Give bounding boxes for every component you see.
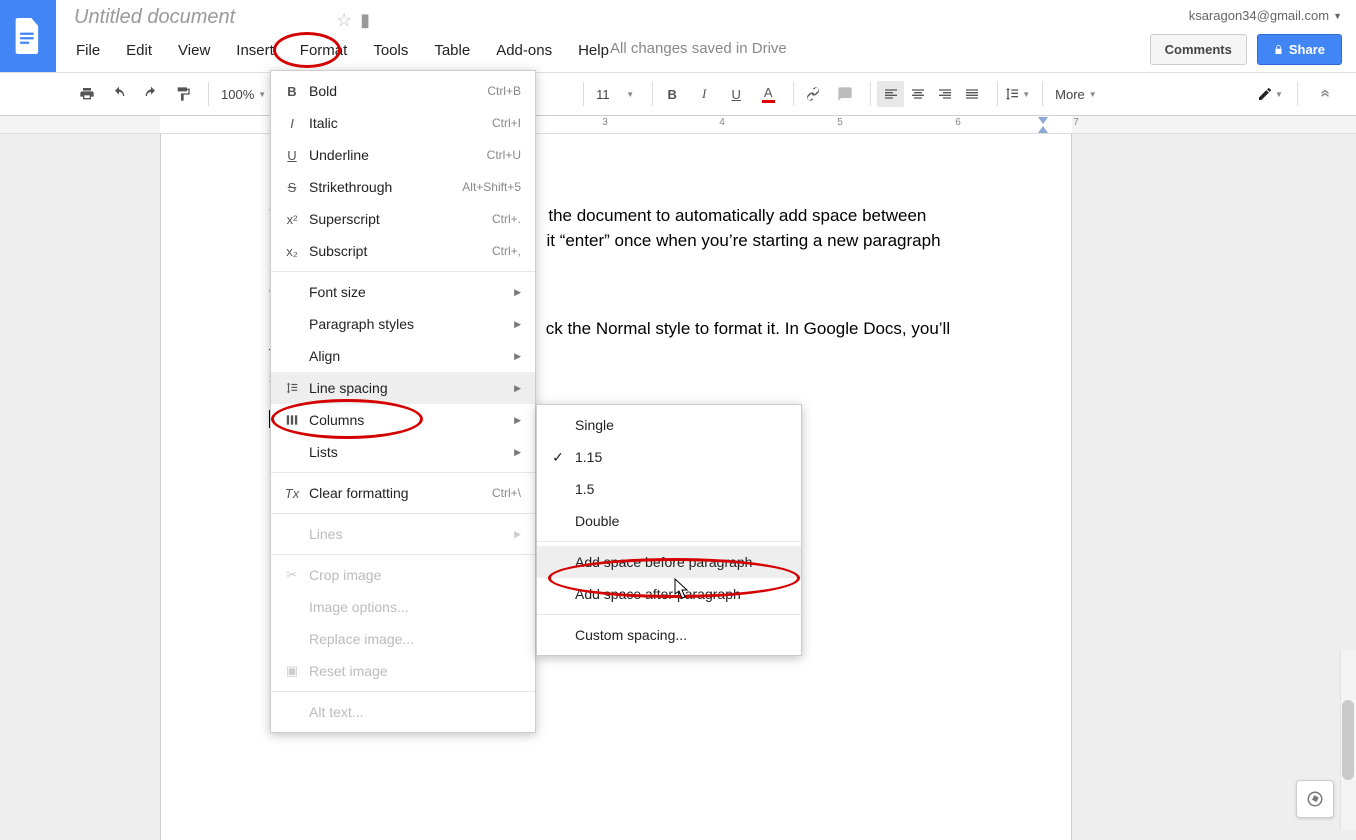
more-toolbar-button[interactable]: More▼: [1049, 83, 1103, 106]
menu-clear-formatting[interactable]: TxClear formattingCtrl+\: [271, 477, 535, 509]
share-label: Share: [1289, 42, 1325, 57]
align-left-button[interactable]: [877, 81, 904, 107]
menu-table[interactable]: Table: [432, 40, 472, 61]
explore-button[interactable]: [1296, 780, 1334, 818]
ruler-num: 5: [837, 117, 843, 128]
line-spacing-1-5[interactable]: 1.5: [537, 473, 801, 505]
share-button[interactable]: Share: [1257, 34, 1342, 65]
link-button[interactable]: [800, 81, 826, 107]
line-spacing-single[interactable]: Single: [537, 409, 801, 441]
italic-button[interactable]: I: [691, 81, 717, 107]
menu-addons[interactable]: Add-ons: [494, 40, 554, 61]
line-spacing-1-15[interactable]: ✓1.15: [537, 441, 801, 473]
align-center-button[interactable]: [904, 81, 931, 107]
menu-columns[interactable]: Columns▶: [271, 404, 535, 436]
bold-button[interactable]: B: [659, 81, 685, 107]
save-status: All changes saved in Drive: [610, 40, 787, 57]
menu-view[interactable]: View: [176, 40, 212, 61]
dropdown-icon: ▼: [1333, 11, 1342, 21]
ruler-num: 4: [719, 117, 725, 128]
editing-mode-button[interactable]: ▼: [1257, 81, 1283, 107]
text-color-button[interactable]: A: [755, 81, 781, 107]
ruler-right-indent-icon[interactable]: [1038, 117, 1048, 124]
scrollbar-thumb[interactable]: [1342, 700, 1354, 780]
menu-file[interactable]: File: [74, 40, 102, 61]
menu-bold[interactable]: BBoldCtrl+B: [271, 75, 535, 107]
add-space-before-paragraph[interactable]: Add space before paragraph: [537, 546, 801, 578]
line-spacing-button[interactable]: ▼: [1004, 81, 1030, 107]
menu-tools[interactable]: Tools: [371, 40, 410, 61]
format-menu-dropdown: BBoldCtrl+B IItalicCtrl+I UUnderlineCtrl…: [270, 70, 536, 733]
print-button[interactable]: [74, 81, 100, 107]
account-email: ksaragon34@gmail.com: [1189, 8, 1329, 23]
menu-insert[interactable]: Insert: [234, 40, 276, 61]
menu-image-options: Image options...: [271, 591, 535, 623]
paint-format-button[interactable]: [170, 81, 196, 107]
font-size-dropdown[interactable]: 11▼: [590, 83, 640, 106]
menu-lists[interactable]: Lists▶: [271, 436, 535, 468]
docs-logo[interactable]: [0, 0, 56, 72]
star-icon[interactable]: ☆: [336, 10, 352, 31]
ruler-num: 6: [955, 117, 961, 128]
menu-subscript[interactable]: x₂SubscriptCtrl+,: [271, 235, 535, 267]
body-text: the document to automatically add space …: [548, 206, 926, 225]
menu-reset-image: ▣Reset image: [271, 655, 535, 687]
zoom-dropdown[interactable]: 100%▼: [215, 83, 272, 106]
doc-title[interactable]: Untitled document: [74, 6, 235, 29]
account-menu[interactable]: ksaragon34@gmail.com ▼: [1189, 8, 1342, 23]
menu-paragraph-styles[interactable]: Paragraph styles▶: [271, 308, 535, 340]
columns-icon: [281, 413, 303, 427]
custom-spacing[interactable]: Custom spacing...: [537, 619, 801, 651]
menu-edit[interactable]: Edit: [124, 40, 154, 61]
crop-icon: ✂: [281, 567, 303, 583]
redo-button[interactable]: [138, 81, 164, 107]
menu-format[interactable]: Format: [298, 40, 350, 61]
add-space-after-paragraph[interactable]: Add space after paragraph: [537, 578, 801, 610]
ruler-num: 3: [602, 117, 608, 128]
menu-bar: File Edit View Insert Format Tools Table…: [74, 40, 611, 61]
menu-strikethrough[interactable]: SStrikethroughAlt+Shift+5: [271, 171, 535, 203]
menu-superscript[interactable]: x²SuperscriptCtrl+.: [271, 203, 535, 235]
menu-crop-image: ✂Crop image: [271, 559, 535, 591]
line-spacing-double[interactable]: Double: [537, 505, 801, 537]
menu-line-spacing[interactable]: Line spacing▶: [271, 372, 535, 404]
menu-replace-image: Replace image...: [271, 623, 535, 655]
line-spacing-submenu: Single ✓1.15 1.5 Double Add space before…: [536, 404, 802, 656]
underline-button[interactable]: U: [723, 81, 749, 107]
ruler-num: 7: [1073, 117, 1079, 128]
menu-font-size[interactable]: Font size▶: [271, 276, 535, 308]
check-icon: ✓: [547, 449, 569, 466]
image-icon: ▣: [281, 663, 303, 679]
menu-lines: Lines▶: [271, 518, 535, 550]
menu-alt-text: Alt text...: [271, 696, 535, 728]
menu-underline[interactable]: UUnderlineCtrl+U: [271, 139, 535, 171]
align-right-button[interactable]: [931, 81, 958, 107]
toolbar: 100%▼ 11▼ B I U A ▼ More▼ ▼: [0, 72, 1356, 116]
collapse-toolbar-button[interactable]: [1312, 81, 1338, 107]
align-justify-button[interactable]: [958, 81, 985, 107]
explore-icon: [1306, 790, 1324, 808]
line-spacing-icon: [281, 381, 303, 395]
ruler[interactable]: 3 4 5 6 7: [0, 116, 1356, 134]
lock-icon: [1274, 45, 1283, 54]
ruler-right-indent-bottom-icon[interactable]: [1038, 126, 1048, 133]
menu-italic[interactable]: IItalicCtrl+I: [271, 107, 535, 139]
comments-button[interactable]: Comments: [1150, 34, 1247, 65]
comment-button[interactable]: [832, 81, 858, 107]
folder-icon[interactable]: ▮: [360, 10, 370, 31]
menu-help[interactable]: Help: [576, 40, 611, 61]
doc-header: Untitled document ☆ ▮ File Edit View Ins…: [56, 0, 1356, 72]
menu-align[interactable]: Align▶: [271, 340, 535, 372]
undo-button[interactable]: [106, 81, 132, 107]
docs-icon: [14, 18, 42, 54]
